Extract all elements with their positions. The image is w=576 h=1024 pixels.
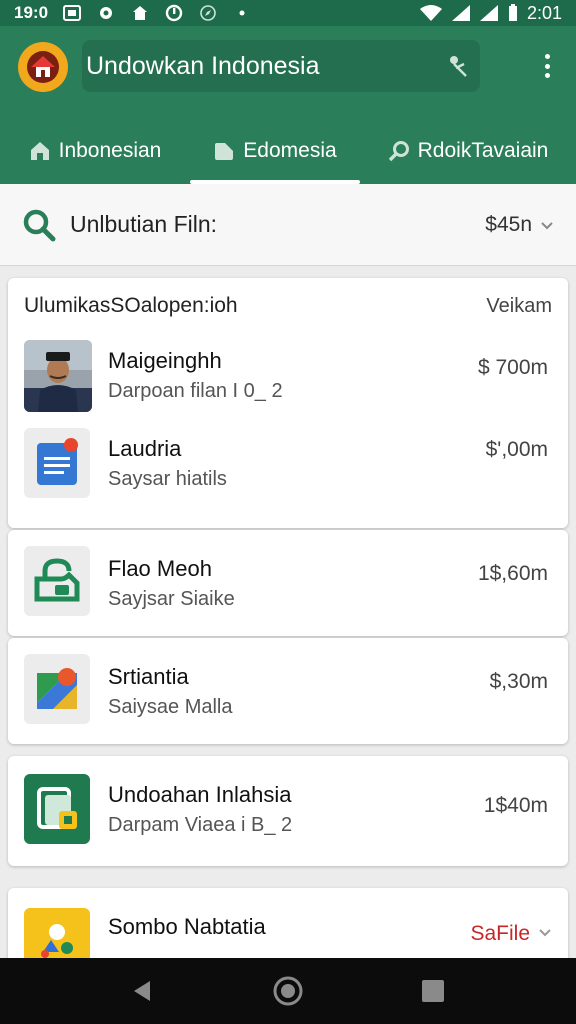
docs-icon [24,428,90,498]
item-name: Flao Meoh [108,556,212,581]
list-card[interactable]: Flao Meoh Sayjsar Siaike 1$,60m [8,530,568,636]
item-price: $,30m [489,670,548,693]
files-icon [24,774,90,844]
person-photo-thumbnail [24,340,92,412]
sort-value: $45n [485,212,532,236]
home-icon [29,140,51,162]
list-card[interactable]: Undoahan Inlahsia Darpam Viaea i B_ 2 1$… [8,756,568,866]
recents-icon[interactable] [413,971,453,1011]
filter-row[interactable]: Unlbutian Filn: $45n [0,184,576,266]
tab-label: Inbonesian [58,139,162,162]
search-icon [388,140,410,162]
maps-icon [24,654,90,724]
app-title: Undowkan Indonesia [86,51,320,80]
home-notification-icon [130,4,150,22]
card-header-action[interactable]: Veikam [486,295,552,318]
back-icon[interactable] [123,971,163,1011]
item-subtitle: Darpam Viaea i B_ 2 [108,814,293,836]
app-bar: Undowkan Indonesia Inbonesian Edomesia R… [0,26,576,184]
signal-secondary-icon [479,4,499,22]
status-bar: 19:0 2:01 [0,0,576,26]
item-name: Laudria [108,436,182,461]
item-price: 1$40m [483,794,548,817]
compass-icon [198,4,218,22]
status-time-right: 2:01 [526,2,562,23]
item-price: $',00m [485,438,548,461]
list-item[interactable]: Maigeinghh Darpoan filan I 0_ 2 $ 700m [8,334,568,424]
item-name: Undoahan Inlahsia [108,782,292,807]
item-subtitle: Saiysae Malla [108,696,233,718]
card-title: UlumikasSOalopen:ioh [24,294,238,317]
item-name: Sombo Nabtatia [108,914,266,939]
list-card[interactable]: Srtiantia Saiysae Malla $,30m [8,638,568,744]
system-navigation-bar [0,958,576,1024]
search-icon[interactable] [22,208,56,242]
list-item[interactable]: Flao Meoh Sayjsar Siaike 1$,60m [8,530,568,628]
item-action-label: SaFile [470,922,530,945]
list-item[interactable]: Laudria Saysar hiatils $',00m [8,424,568,524]
item-price: 1$,60m [477,562,548,585]
list-card[interactable]: Sombo Nabtatia SaFile [8,888,568,968]
list-item[interactable]: Undoahan Inlahsia Darpam Viaea i B_ 2 1$… [8,756,568,866]
item-name: Srtiantia [108,664,189,689]
overflow-menu-icon[interactable] [534,50,560,82]
filter-label: Unlbutian Filn: [70,211,218,237]
chevron-down-icon [538,925,552,943]
tab-edomesia[interactable]: Edomesia [190,118,360,184]
battery-icon [507,4,519,22]
dot-icon [232,4,252,22]
lock-icon [24,546,90,616]
card-header: UlumikasSOalopen:ioh Veikam [8,278,568,334]
screenshot-icon [62,4,82,22]
tab-label: Edomesia [243,139,337,162]
list-item[interactable]: Srtiantia Saiysae Malla $,30m [8,638,568,736]
item-price: $ 700m [477,356,548,379]
voice-icon[interactable] [446,54,470,78]
home-button-icon[interactable] [268,971,308,1011]
sync-icon [164,4,184,22]
chevron-down-icon [540,213,554,237]
item-action-dropdown[interactable]: SaFile [470,922,552,946]
tab-label: RdoikTavaiain [417,139,549,162]
wifi-icon [419,4,443,22]
item-subtitle: Sayjsar Siaike [108,588,235,610]
list-item[interactable]: Sombo Nabtatia SaFile [8,888,568,968]
settings-gear-icon [96,4,116,22]
status-time-left: 19:0 [14,3,49,22]
app-search-bar[interactable]: Undowkan Indonesia [82,40,480,92]
list-card: UlumikasSOalopen:ioh Veikam Maigeinghh D… [8,278,568,528]
item-subtitle: Darpoan filan I 0_ 2 [108,380,283,402]
tab-bar: Inbonesian Edomesia RdoikTavaiain [0,118,576,184]
sort-dropdown[interactable]: $45n [485,213,554,237]
app-logo-icon [18,42,68,92]
item-subtitle: Saysar hiatils [108,468,227,490]
item-name: Maigeinghh [108,348,222,373]
signal-icon [451,4,471,22]
tab-inbonesian[interactable]: Inbonesian [0,118,190,184]
tab-rdoiktavaiain[interactable]: RdoikTavaiain [360,118,576,184]
document-icon [213,140,235,162]
